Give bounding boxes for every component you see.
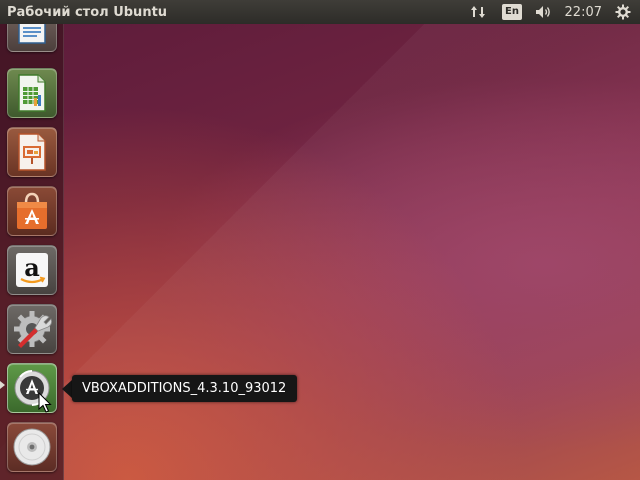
- launcher-item-calc[interactable]: [7, 68, 57, 118]
- window-title: Рабочий стол Ubuntu: [7, 4, 168, 20]
- network-updown-icon: [471, 6, 485, 18]
- session-indicator[interactable]: [606, 0, 640, 24]
- shopping-bag-a-icon: [17, 192, 47, 229]
- mouse-pointer-icon: [38, 392, 52, 413]
- amazon-logo-icon: a: [16, 253, 48, 287]
- active-item-indicator: [0, 381, 5, 389]
- launcher-item-system-settings[interactable]: [7, 304, 57, 354]
- launcher-item-impress[interactable]: [7, 127, 57, 177]
- speaker-volume-icon: [536, 6, 550, 18]
- launcher-tooltip: VBOXADDITIONS_4.3.10_93012: [62, 375, 298, 402]
- launcher-item-writer[interactable]: [7, 24, 57, 52]
- top-panel: Рабочий стол Ubuntu En 22:07: [0, 0, 640, 24]
- launcher-item-amazon[interactable]: a: [7, 245, 57, 295]
- launcher-item-software-center[interactable]: [7, 186, 57, 236]
- calc-spreadsheet-icon: [18, 74, 46, 112]
- keyboard-layout-indicator[interactable]: En: [496, 0, 528, 24]
- indicator-area: En 22:07: [460, 0, 640, 24]
- launcher: a: [0, 24, 64, 480]
- writer-document-icon: [18, 24, 46, 44]
- network-indicator[interactable]: [460, 0, 496, 24]
- keyboard-layout-label: En: [502, 4, 522, 20]
- gear-power-icon: [615, 4, 631, 20]
- impress-presentation-icon: [18, 133, 46, 171]
- settings-wrench-icon: [14, 311, 52, 348]
- svg-text:a: a: [24, 253, 40, 282]
- tooltip-label: VBOXADDITIONS_4.3.10_93012: [72, 375, 298, 402]
- tooltip-arrow: [62, 379, 72, 398]
- clock[interactable]: 22:07: [560, 0, 606, 24]
- sound-indicator[interactable]: [528, 0, 560, 24]
- dvd-disc-icon: [13, 428, 51, 466]
- launcher-item-dvd[interactable]: [7, 422, 57, 472]
